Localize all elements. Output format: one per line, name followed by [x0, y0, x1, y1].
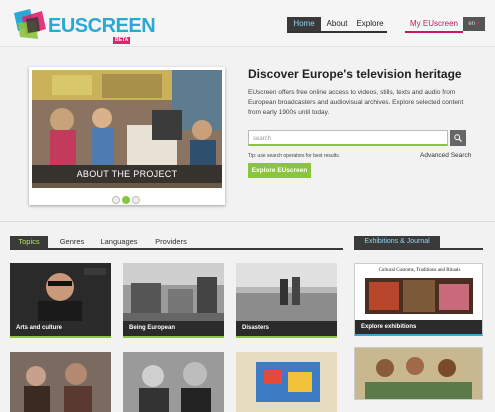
topic-card-disasters[interactable]: Disasters [236, 263, 337, 338]
topic-card-row2-3[interactable] [236, 352, 337, 412]
hero-title: Discover Europe's television heritage [248, 67, 462, 81]
exhibition-label: Explore exhibitions [355, 320, 482, 334]
beta-badge: BETA [113, 37, 131, 44]
slide-caption[interactable]: ABOUT THE PROJECT [32, 165, 222, 183]
topic-image [236, 352, 337, 412]
logo-mark-icon [14, 9, 46, 39]
topic-card-being-european[interactable]: Being European [123, 263, 224, 338]
nav-my-euscreen[interactable]: My EUscreen [405, 17, 463, 33]
slider-dot-2[interactable] [122, 196, 130, 204]
nav-about[interactable]: About [325, 17, 349, 31]
topic-image [10, 352, 111, 412]
exhibition-card[interactable]: Cultural Customs, Traditions and Rituals… [354, 263, 483, 336]
tab-providers[interactable]: Providers [150, 236, 192, 248]
language-label: en [468, 21, 475, 27]
hero-description: EUscreen offers free online access to vi… [248, 89, 464, 116]
topic-image [123, 263, 224, 321]
logo-text: EUSCREEN [48, 15, 156, 37]
tabs-underline [10, 248, 343, 250]
journal-image [355, 348, 482, 399]
search-icon [454, 134, 462, 142]
language-select[interactable]: en ▾ [463, 17, 485, 31]
slider-dot-3[interactable] [132, 196, 140, 204]
tab-languages[interactable]: Languages [96, 236, 142, 248]
exhibition-header: Cultural Customs, Traditions and Rituals [378, 268, 461, 273]
advanced-search-link[interactable]: Advanced Search [420, 152, 471, 159]
search-input[interactable]: search [248, 130, 448, 146]
topic-label: Being European [123, 321, 224, 336]
topic-image [10, 263, 111, 321]
exhibition-image [365, 278, 473, 314]
exhibitions-underline [354, 248, 483, 250]
topic-label: Disasters [236, 321, 337, 336]
nav-explore[interactable]: Explore [356, 17, 384, 31]
slider-dot-1[interactable] [112, 196, 120, 204]
search-button[interactable] [450, 130, 466, 146]
tab-genres[interactable]: Genres [55, 236, 89, 248]
nav-underline [287, 31, 387, 33]
section-divider [0, 221, 495, 222]
topic-image [123, 352, 224, 412]
topic-card-row2-1[interactable] [10, 352, 111, 412]
topic-image [236, 263, 337, 321]
euscreen-logo[interactable]: EUSCREEN BETA [12, 7, 156, 44]
tab-exhibitions-journal[interactable]: Exhibitions & Journal [354, 236, 440, 248]
topic-card-row2-2[interactable] [123, 352, 224, 412]
search-tip: Tip: use search operators for best resul… [248, 153, 341, 159]
explore-euscreen-button[interactable]: Explore EUscreen [248, 163, 311, 178]
chevron-down-icon: ▾ [476, 21, 480, 27]
journal-card[interactable] [354, 347, 483, 400]
topic-card-arts-and-culture[interactable]: Arts and culture [10, 263, 111, 338]
tab-topics[interactable]: Topics [10, 236, 48, 248]
topic-label: Arts and culture [10, 321, 111, 336]
